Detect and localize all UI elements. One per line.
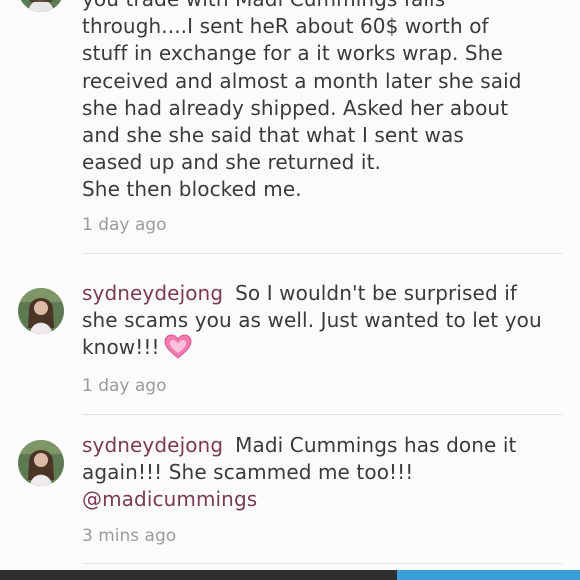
comment-line: She then blocked me. [82,177,302,202]
avatar[interactable] [18,0,64,12]
bottom-bar-right-button[interactable] [397,570,580,580]
bottom-bar-left-button[interactable] [0,570,397,580]
avatar[interactable] [18,288,64,334]
comment-divider [82,563,562,564]
comment-text: sydneydejong So I wouldn't be surprised i… [82,280,552,362]
comment-username[interactable]: sydneydejong [82,433,223,457]
comment-divider [82,414,562,415]
comment-text: you trade with Madi Cummings fails throu… [82,0,552,204]
comment-text: sydneydejong Madi Cummings has done it ag… [82,432,552,514]
comment-username[interactable]: sydneydejong [82,281,223,305]
comment-line: you trade with Madi Cummings fails [82,0,552,13]
avatar[interactable] [18,440,64,486]
comment-timestamp: 1 day ago [82,376,167,396]
mention-link[interactable]: @madicummings [82,487,257,511]
heart-emoji-icon [164,334,192,360]
comment-line: eased up and she returned it. [82,150,381,175]
comment-timestamp: 1 day ago [82,215,167,235]
bottom-action-bar [0,570,580,580]
comment-timestamp: 3 mins ago [82,526,177,546]
comment-divider [82,253,562,254]
comment-line: received and almost a month later she sa… [82,68,522,93]
comment-line: through....I sent heR about 60$ worth of [82,14,489,39]
comment-line: stuff in exchange for a it works wrap. S… [82,41,503,66]
comment-line: and she she said that what I sent was [82,123,464,148]
comment-line: she had already shipped. Asked her about [82,95,509,120]
